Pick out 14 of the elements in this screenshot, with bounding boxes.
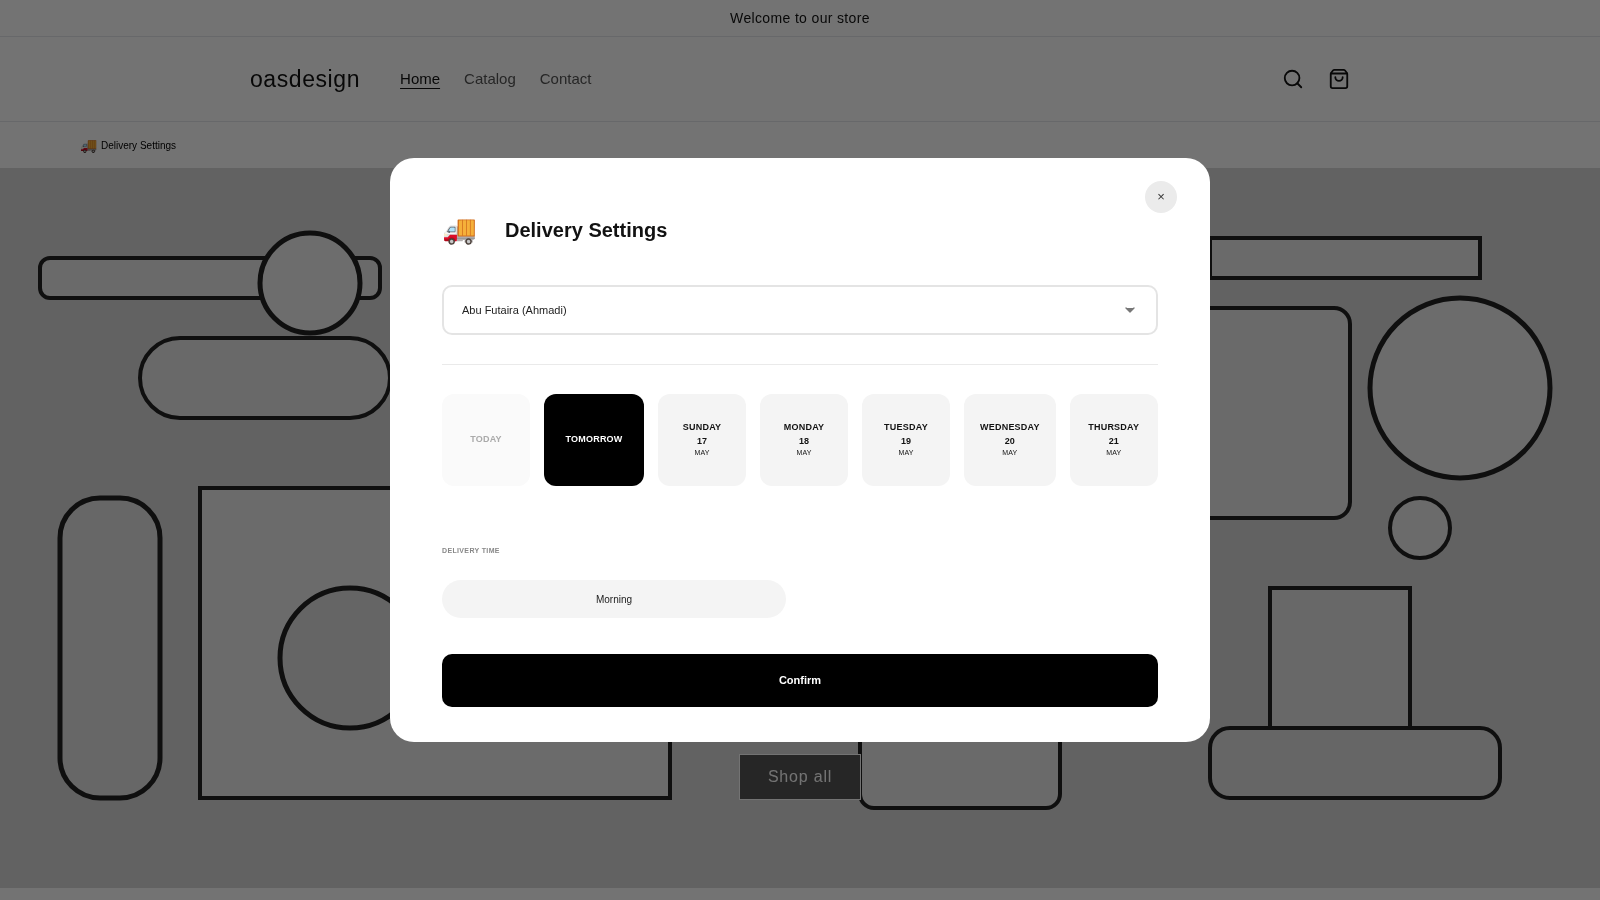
cart-icon[interactable] xyxy=(1328,68,1350,90)
truck-icon: 🚚 xyxy=(80,134,97,156)
truck-icon: 🚚 xyxy=(442,216,477,244)
nav-link[interactable]: Home xyxy=(400,67,441,91)
store-logo[interactable]: oasdesign xyxy=(250,61,361,97)
search-icon[interactable] xyxy=(1282,68,1304,90)
location-select[interactable]: Abu Futaira (Ahmadi) xyxy=(442,285,1158,335)
announcement-text: Welcome to our store xyxy=(730,8,870,28)
delivery-settings-link[interactable]: Delivery Settings xyxy=(101,137,177,153)
dialog-title: Delivery Settings xyxy=(505,218,668,243)
confirm-button[interactable]: Confirm xyxy=(442,654,1158,707)
day-option[interactable]: TOMORROW xyxy=(544,394,644,486)
time-option[interactable]: Morning xyxy=(442,580,786,618)
close-button[interactable]: × xyxy=(1145,181,1177,213)
